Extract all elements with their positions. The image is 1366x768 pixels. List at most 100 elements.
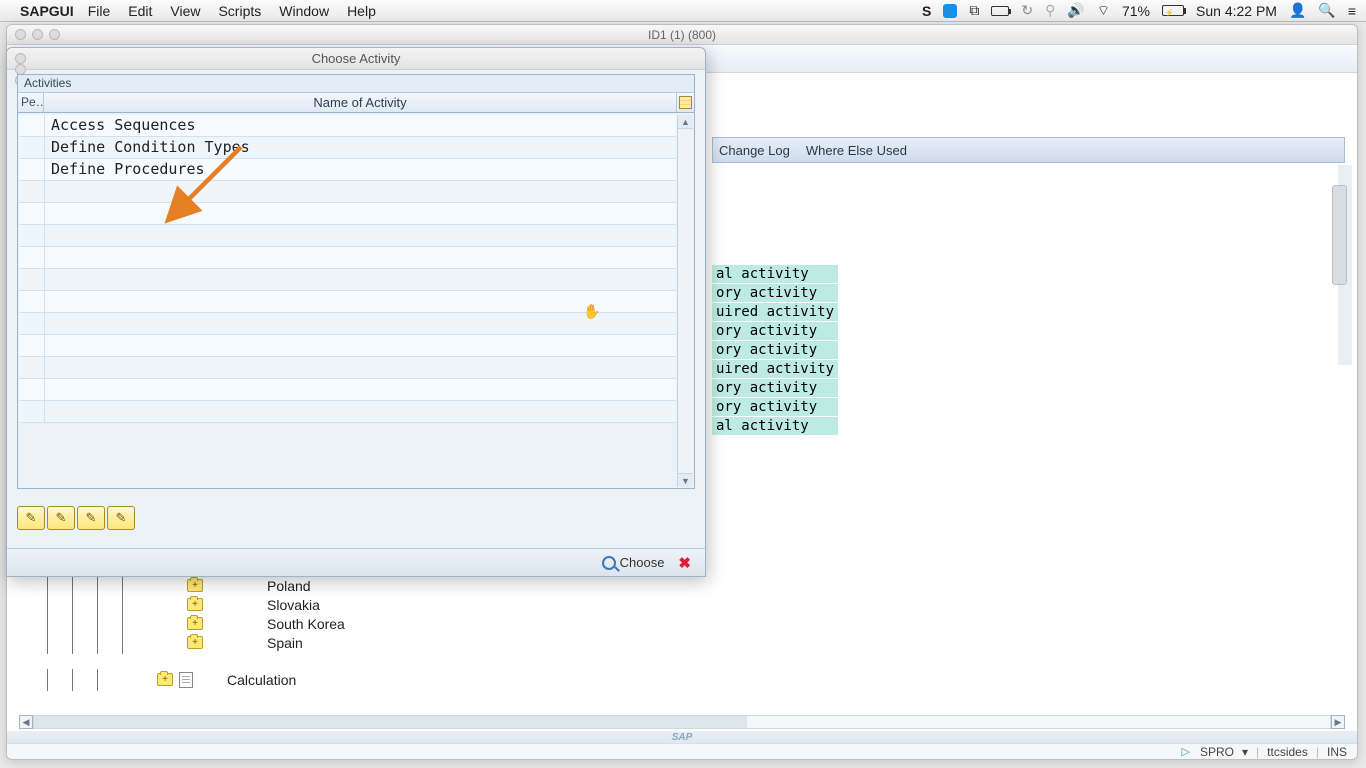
clock-text[interactable]: Sun 4:22 PM <box>1196 3 1277 19</box>
activity-line: ory activity <box>712 379 838 397</box>
sap-titlebar: ID1 (1) (800) <box>7 25 1357 45</box>
folder-icon: + <box>187 598 203 611</box>
scroll-up-button[interactable]: ▲ <box>678 115 693 129</box>
grid-row[interactable]: Define Procedures <box>19 159 676 181</box>
grid-row[interactable] <box>19 225 676 247</box>
doc-button-1[interactable]: ✎ <box>17 506 45 530</box>
activities-grid: Access Sequences Define Condition Types … <box>19 115 676 487</box>
timemachine-icon[interactable]: ↻ <box>1021 2 1033 19</box>
scroll-left-button[interactable]: ◀ <box>19 715 33 729</box>
cancel-button[interactable]: ✖ <box>678 554 691 572</box>
doc-button-3[interactable]: ✎ <box>77 506 105 530</box>
sap-window-title: ID1 (1) (800) <box>648 28 716 42</box>
status-mode[interactable]: INS <box>1327 745 1347 759</box>
grid-header: Pe… Name of Activity <box>18 93 694 113</box>
grid-row[interactable] <box>19 291 676 313</box>
col-performed[interactable]: Pe… <box>18 93 44 112</box>
grid-row[interactable] <box>19 313 676 335</box>
table-settings-icon <box>679 96 692 109</box>
scroll-right-button[interactable]: ▶ <box>1331 715 1345 729</box>
grid-row[interactable] <box>19 335 676 357</box>
max-dot[interactable] <box>49 29 60 40</box>
grid-row[interactable] <box>19 203 676 225</box>
dialog-titlebar: Choose Activity <box>7 48 705 70</box>
mac-status-area: S ⧉ ↻ ⚲ 🔊 ⌔ 71% ⚡ Sun 4:22 PM 👤 🔍 ≡ <box>922 2 1356 20</box>
user-icon[interactable]: 👤 <box>1289 2 1306 19</box>
horizontal-scrollbar[interactable]: ◀ ▶ <box>19 715 1345 729</box>
dropdown-icon[interactable]: ▾ <box>1242 745 1248 759</box>
folder-icon: + <box>187 617 203 630</box>
dialog-footer: Choose ✖ <box>7 548 705 576</box>
spotlight-icon[interactable]: 🔍 <box>1318 2 1335 19</box>
scroll-track[interactable] <box>33 715 1331 729</box>
menu-scripts[interactable]: Scripts <box>218 3 261 19</box>
cursor-icon: ✋ <box>583 303 600 320</box>
battery-icon[interactable]: ⚡ <box>1162 5 1184 16</box>
activity-line: uired activity <box>712 303 838 321</box>
sap-statusbar: ▷ SPRO ▾ | ttcsides | INS <box>7 743 1357 759</box>
notification-icon[interactable]: ≡ <box>1348 3 1356 19</box>
content-scroll-thumb[interactable] <box>1332 185 1347 285</box>
choose-activity-dialog: Choose Activity Activities Pe… Name of A… <box>6 47 706 577</box>
volume-icon[interactable]: 🔊 <box>1067 2 1084 19</box>
grid-vertical-scroll[interactable]: ▲ ▼ <box>677 115 693 487</box>
bluetooth-icon[interactable]: ⚲ <box>1045 2 1055 19</box>
menu-view[interactable]: View <box>170 3 200 19</box>
folder-icon: + <box>187 579 203 592</box>
grid-row[interactable] <box>19 181 676 203</box>
activity-line: ory activity <box>712 284 838 302</box>
activity-line: al activity <box>712 417 838 435</box>
activity-indicator-block: al activity ory activity uired activity … <box>712 165 1352 365</box>
menu-edit[interactable]: Edit <box>128 3 152 19</box>
menu-help[interactable]: Help <box>347 3 376 19</box>
wifi-icon[interactable]: ⌔ <box>1097 2 1110 20</box>
grid-row[interactable]: Define Condition Types <box>19 137 676 159</box>
grid-row[interactable] <box>19 401 676 423</box>
doc-button-2[interactable]: ✎ <box>47 506 75 530</box>
col-name[interactable]: Name of Activity <box>44 93 676 112</box>
traffic-lights[interactable] <box>15 29 60 40</box>
activity-line: al activity <box>712 265 838 283</box>
teamviewer-icon[interactable] <box>943 4 957 18</box>
battery-text: 71% <box>1122 3 1150 19</box>
mac-menubar: SAPGUI File Edit View Scripts Window Hel… <box>0 0 1366 22</box>
doc-button-4[interactable]: ✎ <box>107 506 135 530</box>
menu-window[interactable]: Window <box>279 3 329 19</box>
document-icon[interactable] <box>179 672 193 688</box>
tree-row-calculation[interactable]: + Calculation <box>27 670 1337 689</box>
folder-icon: + <box>157 673 173 686</box>
tab-whereelse[interactable]: Where Else Used <box>806 143 907 158</box>
activity-line: uired activity <box>712 360 838 378</box>
dropbox-icon[interactable]: ⧉ <box>969 2 979 19</box>
scroll-down-button[interactable]: ▼ <box>678 473 693 487</box>
menu-file[interactable]: File <box>88 3 111 19</box>
grid-row[interactable] <box>19 379 676 401</box>
tab-changelog[interactable]: Change Log <box>719 143 790 158</box>
grid-row[interactable] <box>19 247 676 269</box>
dialog-title: Choose Activity <box>312 51 401 66</box>
close-dot[interactable] <box>15 29 26 40</box>
grid-row[interactable] <box>19 269 676 291</box>
column-config-button[interactable] <box>676 93 694 112</box>
scroll-thumb[interactable] <box>34 716 747 728</box>
dialog-grid-container: Activities Pe… Name of Activity Access S… <box>17 74 695 489</box>
grid-row[interactable] <box>19 357 676 379</box>
status-system[interactable]: ttcsides <box>1267 745 1308 759</box>
close-dot[interactable] <box>15 53 26 64</box>
min-dot[interactable] <box>32 29 43 40</box>
tree-row-country[interactable]: + Spain <box>27 633 1337 652</box>
app-name[interactable]: SAPGUI <box>20 3 74 19</box>
play-icon[interactable]: ▷ <box>1182 745 1190 758</box>
tabs-strip: Change Log Where Else Used <box>712 137 1345 163</box>
tree-row-country[interactable]: + Poland <box>27 576 1337 595</box>
sap-logo-strip: SAP <box>7 731 1357 743</box>
choose-button[interactable]: Choose <box>602 555 665 570</box>
tree-row-country[interactable]: + Slovakia <box>27 595 1337 614</box>
status-tcode[interactable]: SPRO <box>1200 745 1234 759</box>
battery-menu-icon[interactable] <box>991 6 1009 16</box>
activity-line: ory activity <box>712 322 838 340</box>
grid-row[interactable]: Access Sequences <box>19 115 676 137</box>
s-icon[interactable]: S <box>922 3 931 19</box>
grid-caption: Activities <box>18 75 694 93</box>
tree-row-country[interactable]: + South Korea <box>27 614 1337 633</box>
